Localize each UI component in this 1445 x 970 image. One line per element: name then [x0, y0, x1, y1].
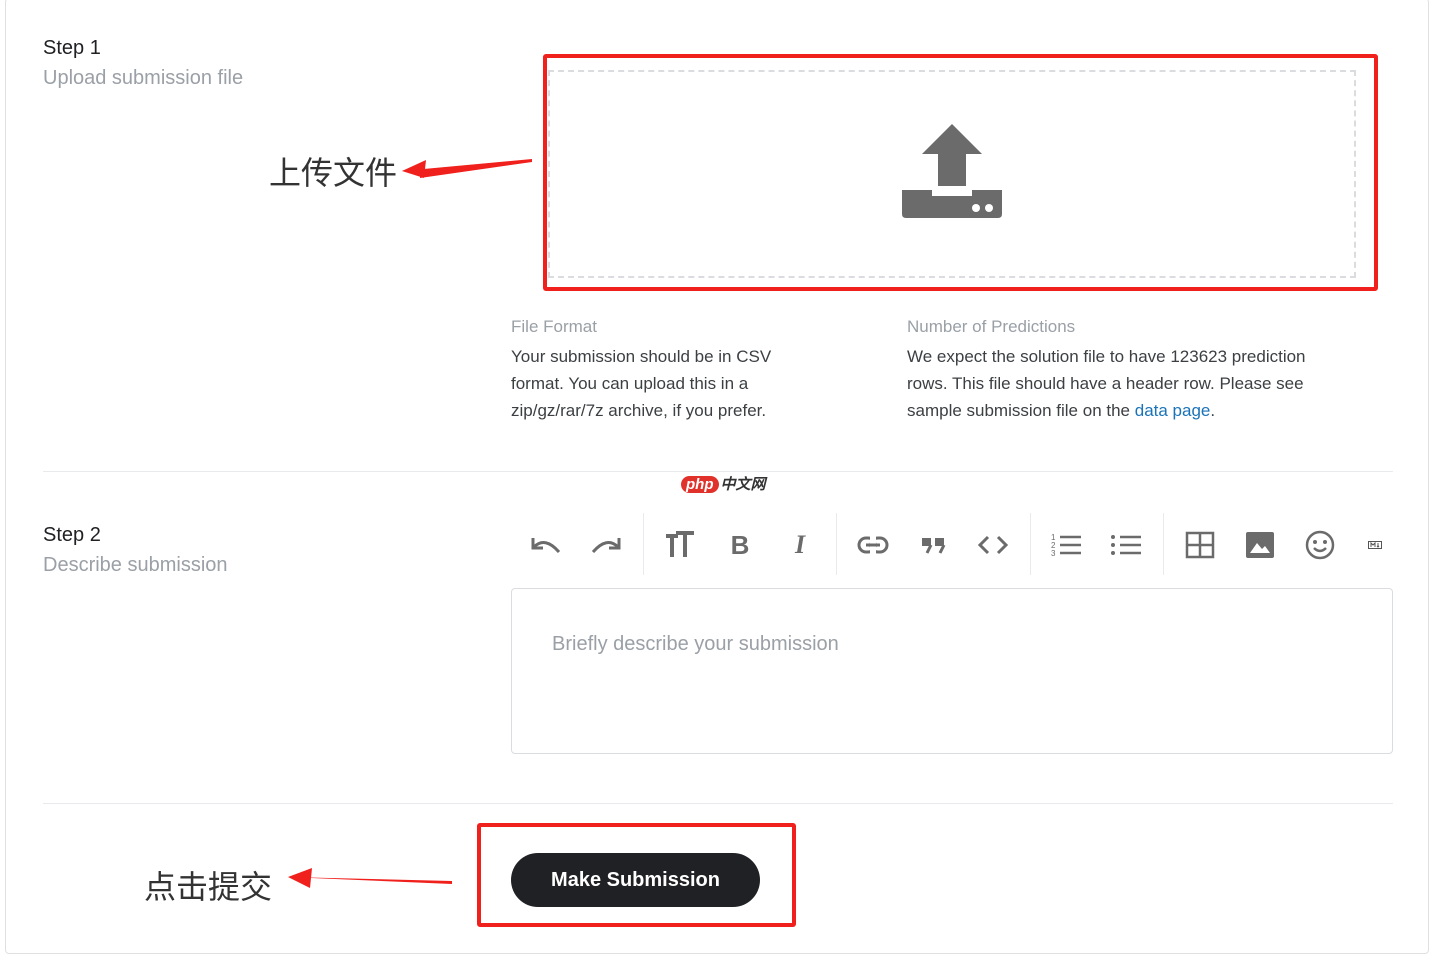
predictions-line-prefix: sample submission file on the — [907, 401, 1135, 420]
link-icon[interactable] — [851, 522, 895, 568]
predictions-label: Number of Predictions — [907, 317, 1076, 336]
submit-annotation-label: 点击提交 — [144, 868, 273, 906]
text-size-icon[interactable] — [658, 522, 702, 568]
file-format-label: File Format — [511, 317, 597, 336]
bullet-list-icon[interactable] — [1104, 522, 1148, 568]
file-format-line: format. You can upload this in a — [511, 374, 749, 393]
upload-annotation-label: 上传文件 — [269, 154, 398, 192]
predictions-line-suffix: . — [1210, 401, 1216, 420]
step1-title: Step 1 — [43, 37, 101, 59]
upload-highlight-box — [543, 54, 1378, 291]
upload-annotation-arrow — [400, 150, 535, 185]
toolbar-separator — [836, 513, 837, 575]
ordered-list-icon[interactable]: 123 — [1044, 522, 1088, 568]
step2-subtitle: Describe submission — [43, 554, 228, 576]
emoji-icon[interactable] — [1298, 522, 1342, 568]
description-editor[interactable] — [511, 588, 1393, 754]
watermark-text: 中文网 — [720, 476, 766, 493]
file-format-text: Your submission should be in CSV format.… — [511, 343, 771, 424]
toolbar-separator — [1030, 513, 1031, 575]
file-format-line: Your submission should be in CSV — [511, 347, 772, 366]
predictions-line: rows. This file should have a header row… — [907, 374, 1304, 393]
watermark-badge: php — [681, 476, 719, 493]
submit-highlight-box — [477, 823, 796, 927]
data-page-link[interactable]: data page — [1135, 401, 1211, 420]
predictions-text: We expect the solution file to have 1236… — [907, 343, 1306, 424]
quote-icon[interactable] — [911, 522, 955, 568]
step2-title: Step 2 — [43, 524, 101, 546]
section-divider — [43, 471, 1393, 472]
step1-subtitle: Upload submission file — [43, 67, 244, 89]
image-icon[interactable] — [1238, 522, 1282, 568]
undo-icon[interactable] — [524, 522, 568, 568]
markdown-icon[interactable] — [1353, 522, 1397, 568]
bold-icon[interactable]: B — [718, 522, 762, 568]
site-watermark: php 中文网 — [681, 473, 766, 494]
section-divider — [43, 803, 1393, 804]
file-format-line: zip/gz/rar/7z archive, if you prefer. — [511, 401, 767, 420]
predictions-line: sample submission file on the data page. — [907, 397, 1306, 424]
svg-text:3: 3 — [1051, 549, 1056, 558]
toolbar-separator — [1163, 513, 1164, 575]
redo-icon[interactable] — [584, 522, 628, 568]
code-icon[interactable] — [971, 522, 1015, 568]
toolbar-separator — [643, 513, 644, 575]
table-icon[interactable] — [1178, 522, 1222, 568]
submit-annotation-arrow — [284, 866, 456, 897]
predictions-line: We expect the solution file to have 1236… — [907, 347, 1306, 366]
italic-icon[interactable]: I — [778, 522, 822, 568]
